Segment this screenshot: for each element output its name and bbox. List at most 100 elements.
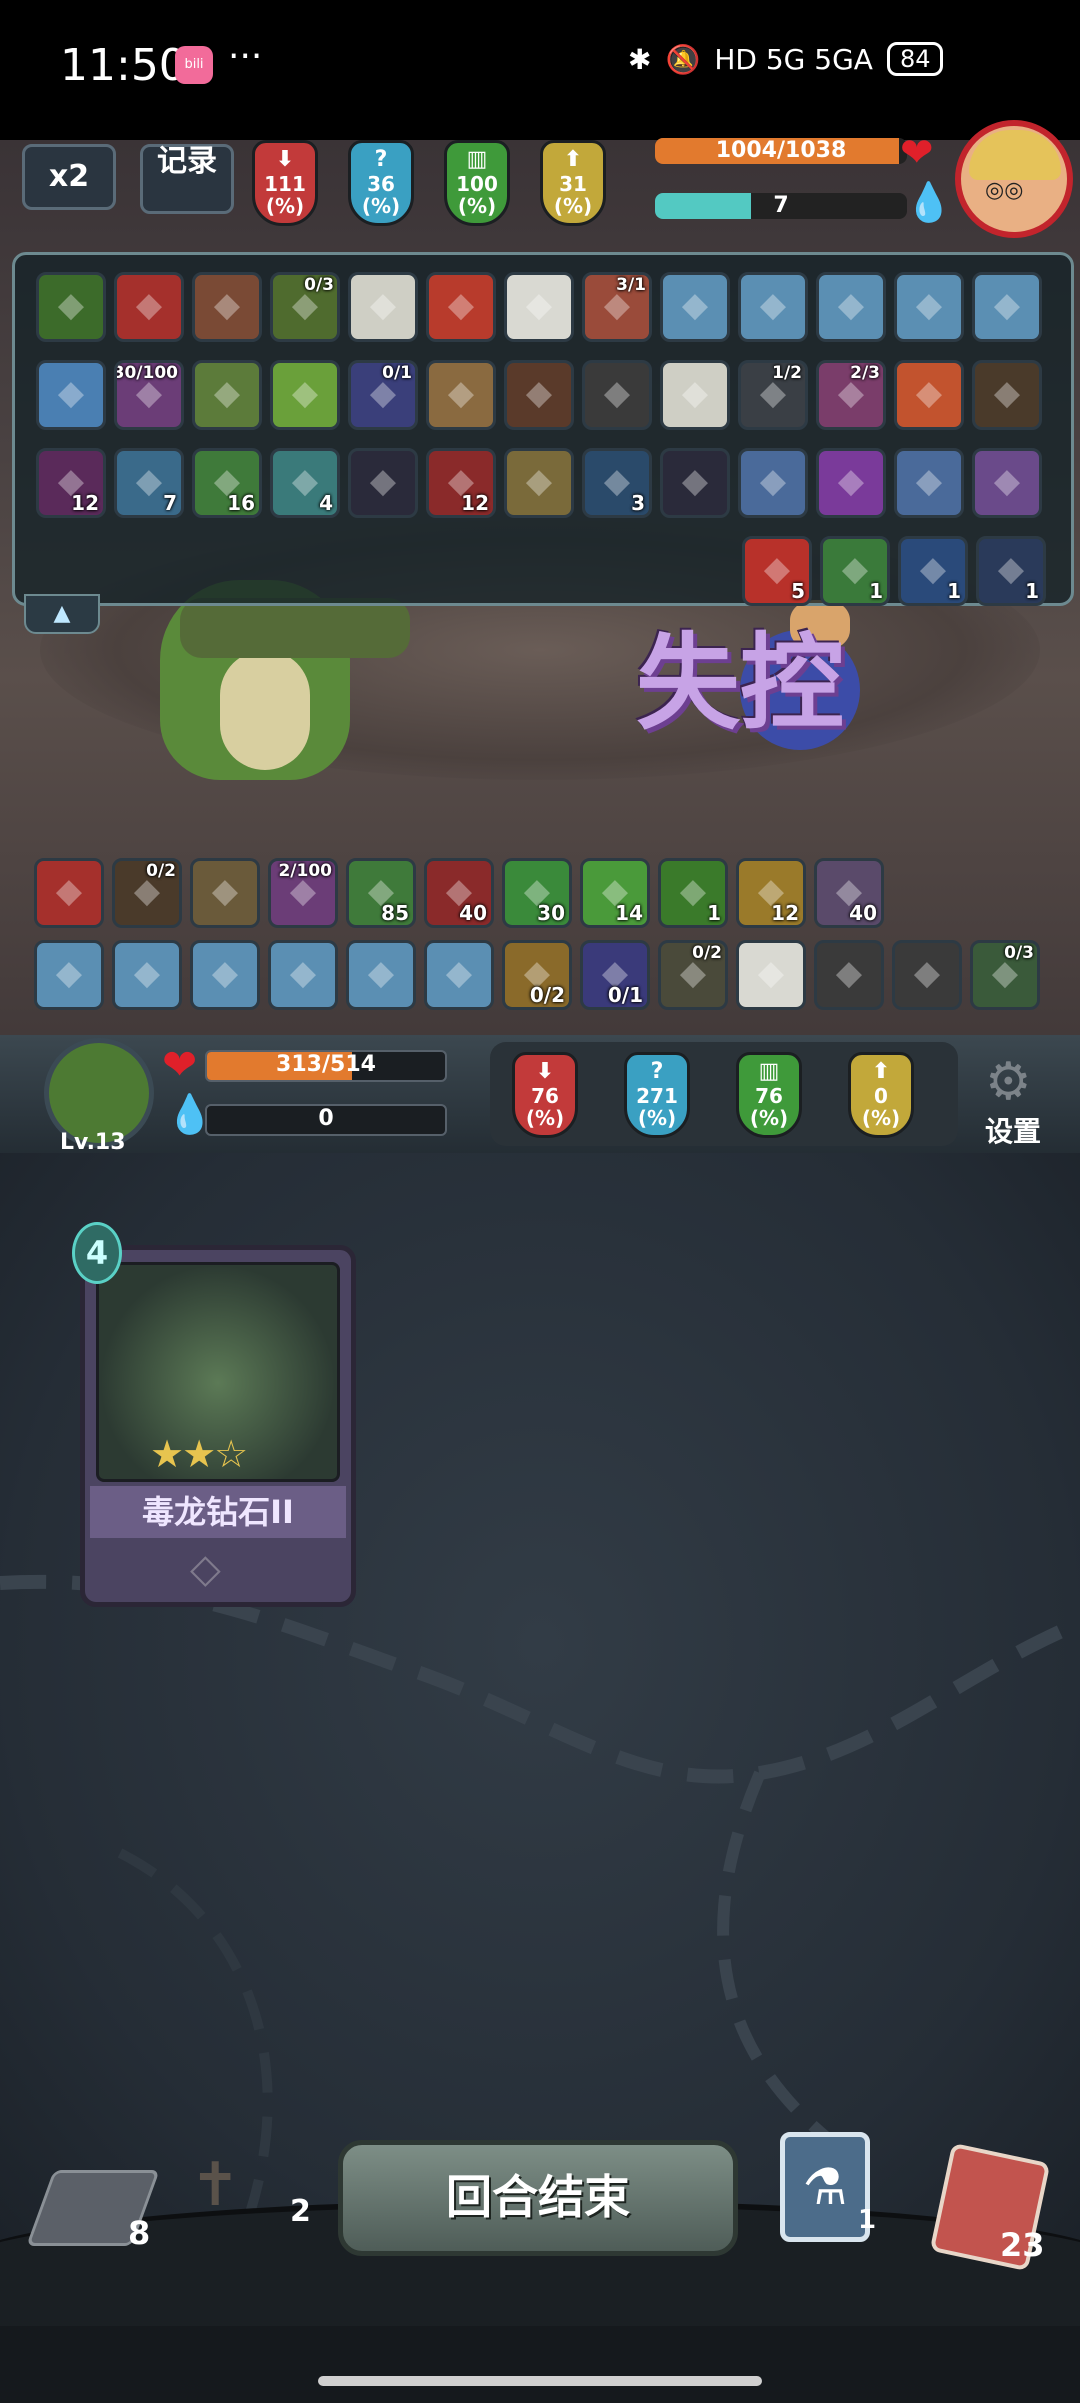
slash-icon[interactable]: ◆ 40 [424, 858, 494, 928]
end-turn-button[interactable]: 回合结束 [338, 2140, 738, 2256]
home-indicator[interactable] [318, 2376, 762, 2386]
glove-icon[interactable]: ◆ [504, 360, 574, 430]
slash-icon[interactable]: ◆ 12 [426, 448, 496, 518]
crystal-icon[interactable]: ◆ [972, 448, 1042, 518]
player-stat-value: 76 [531, 1084, 559, 1108]
crystal-icon[interactable]: ◆ [738, 448, 808, 518]
book-icon[interactable]: ◆ [894, 360, 964, 430]
eye-icon[interactable]: ◆ [738, 272, 808, 342]
zombie-icon[interactable]: ◆ 0/3 [270, 272, 340, 342]
soldier-icon[interactable]: ◆ 0/2 [658, 940, 728, 1010]
slot-progress: 30/100 [114, 363, 178, 383]
player-stat-value: 76 [755, 1084, 783, 1108]
potion-count: 1 [858, 2205, 877, 2235]
steak-icon[interactable]: ◆ [34, 858, 104, 928]
spiral-icon[interactable]: ◆ 40 [814, 858, 884, 928]
settings-label[interactable]: 设置 [985, 1110, 1041, 1150]
enemy-stat-badge[interactable]: ⬆ 31 (%) [540, 140, 606, 226]
ghost-icon[interactable]: ◆ [504, 272, 574, 342]
fist-icon[interactable]: ◆ [346, 940, 416, 1010]
sun-icon[interactable]: ◆ [504, 448, 574, 518]
player-stat-badge[interactable]: ▥ 76 (%) [736, 1052, 802, 1138]
red-demon-icon[interactable]: ◆ [114, 272, 184, 342]
ghost-icon[interactable]: ◆ [736, 940, 806, 1010]
crystal-icon[interactable]: ◆ [816, 448, 886, 518]
cup-icon[interactable]: ◆ [270, 360, 340, 430]
trap-icon[interactable]: ◆ [582, 360, 652, 430]
player-stat-badge[interactable]: ⬇ 76 (%) [512, 1052, 578, 1138]
enemy-stat-badge[interactable]: ▥ 100 (%) [444, 140, 510, 226]
wood-icon[interactable]: ◆ [972, 360, 1042, 430]
fist-icon[interactable]: ◆ [894, 272, 964, 342]
shield-icon[interactable]: ◆ 1 [898, 536, 968, 606]
runner-icon[interactable]: ◆ [424, 940, 494, 1010]
blade-icon[interactable]: ◆ 14 [580, 858, 650, 928]
purple-ogre-icon[interactable]: ◆ 2/100 [268, 858, 338, 928]
red-figure-icon[interactable]: ◆ 5 [742, 536, 812, 606]
flame-icon[interactable]: ◆ [190, 940, 260, 1010]
slot-glyph: ◆ [289, 953, 317, 993]
potion-slot[interactable]: ⚗ [780, 2132, 870, 2242]
vortex-icon[interactable]: ◆ [972, 272, 1042, 342]
lightning-icon[interactable]: ◆ 3 [582, 448, 652, 518]
hat-icon[interactable]: ◆ [426, 360, 496, 430]
target-icon[interactable]: ◆ 4 [270, 448, 340, 518]
slot-glyph: ◆ [369, 461, 397, 501]
gear-icon[interactable]: ⚙ [985, 1052, 1032, 1112]
record-button[interactable]: 记录 [140, 144, 234, 214]
muscle-icon[interactable]: ◆ 7 [114, 448, 184, 518]
enemy-avatar[interactable]: ◎◎ [955, 120, 1073, 238]
speed-button[interactable]: x2 [22, 144, 116, 210]
brute-icon[interactable]: ◆ 3/1 [582, 272, 652, 342]
silhouette-down-icon[interactable]: ◆ 12 [36, 448, 106, 518]
skull-icon[interactable]: ◆ [268, 940, 338, 1010]
plant-icon[interactable]: ◆ 0/3 [970, 940, 1040, 1010]
collapse-panel-icon[interactable]: ▲ [24, 594, 100, 634]
boot-icon[interactable]: ◆ [660, 360, 730, 430]
trap-icon[interactable]: ◆ [892, 940, 962, 1010]
shadow-icon[interactable]: ◆ [660, 448, 730, 518]
slot-glyph: ◆ [915, 373, 943, 413]
player-stat-value: 0 [874, 1084, 888, 1108]
worm-icon[interactable]: ◆ 2/3 [816, 360, 886, 430]
slime-blob-icon[interactable]: ◆ 1 [658, 858, 728, 928]
spark-icon[interactable]: ◆ 1 [976, 536, 1046, 606]
telescope-icon[interactable]: ◆ 0/1 [580, 940, 650, 1010]
player-stat-badge[interactable]: ⬆ 0 (%) [848, 1052, 914, 1138]
shadow-icon[interactable]: ◆ [348, 448, 418, 518]
grave-icon[interactable]: ✝ [190, 2150, 240, 2220]
pumpkin-icon[interactable]: ◆ [660, 272, 730, 342]
dagger-icon[interactable]: ◆ [192, 360, 262, 430]
helmet-icon[interactable]: ◆ [190, 858, 260, 928]
scroll-icon[interactable]: ◆ 0/2 [502, 940, 572, 1010]
slot-glyph: ◆ [211, 953, 239, 993]
poison-skull-icon[interactable]: ◆ 85 [346, 858, 416, 928]
swirl-icon[interactable]: ◆ [36, 360, 106, 430]
player-stat-unit: (%) [525, 1106, 565, 1130]
venom-icon[interactable]: ◆ 30 [502, 858, 572, 928]
boots-icon[interactable]: ◆ 0/2 [112, 858, 182, 928]
tentacle-icon[interactable]: ◆ [816, 272, 886, 342]
poison-skull-icon[interactable]: ◆ 16 [192, 448, 262, 518]
flask-icon[interactable]: ◆ [426, 272, 496, 342]
enemy-stat-value: 100 [456, 172, 498, 196]
staff-icon[interactable]: ◆ [814, 940, 884, 1010]
slot-glyph: ◆ [993, 461, 1021, 501]
enemy-stat-value: 36 [367, 172, 395, 196]
meat-icon[interactable]: ◆ [192, 272, 262, 342]
player-stat-badge[interactable]: ? 271 (%) [624, 1052, 690, 1138]
slime-icon[interactable]: ◆ [36, 272, 106, 342]
enemy-stat-badge[interactable]: ? 36 (%) [348, 140, 414, 226]
riceball-icon[interactable]: ◆ [348, 272, 418, 342]
wing-icon[interactable]: ◆ 1 [820, 536, 890, 606]
thunder-icon[interactable]: ◆ 12 [736, 858, 806, 928]
purple-ogre-icon[interactable]: ◆ 30/100 [114, 360, 184, 430]
potion-icon: ⚗ [802, 2158, 848, 2216]
enemy-stat-badge[interactable]: ⬇ 111 (%) [252, 140, 318, 226]
crystal-icon[interactable]: ◆ [894, 448, 964, 518]
axes-icon[interactable]: ◆ [34, 940, 104, 1010]
bow-icon[interactable]: ◆ [112, 940, 182, 1010]
enemy-hp-text: 1004/1038 [715, 138, 847, 163]
galaxy-icon[interactable]: ◆ 0/1 [348, 360, 418, 430]
binocular-icon[interactable]: ◆ 1/2 [738, 360, 808, 430]
